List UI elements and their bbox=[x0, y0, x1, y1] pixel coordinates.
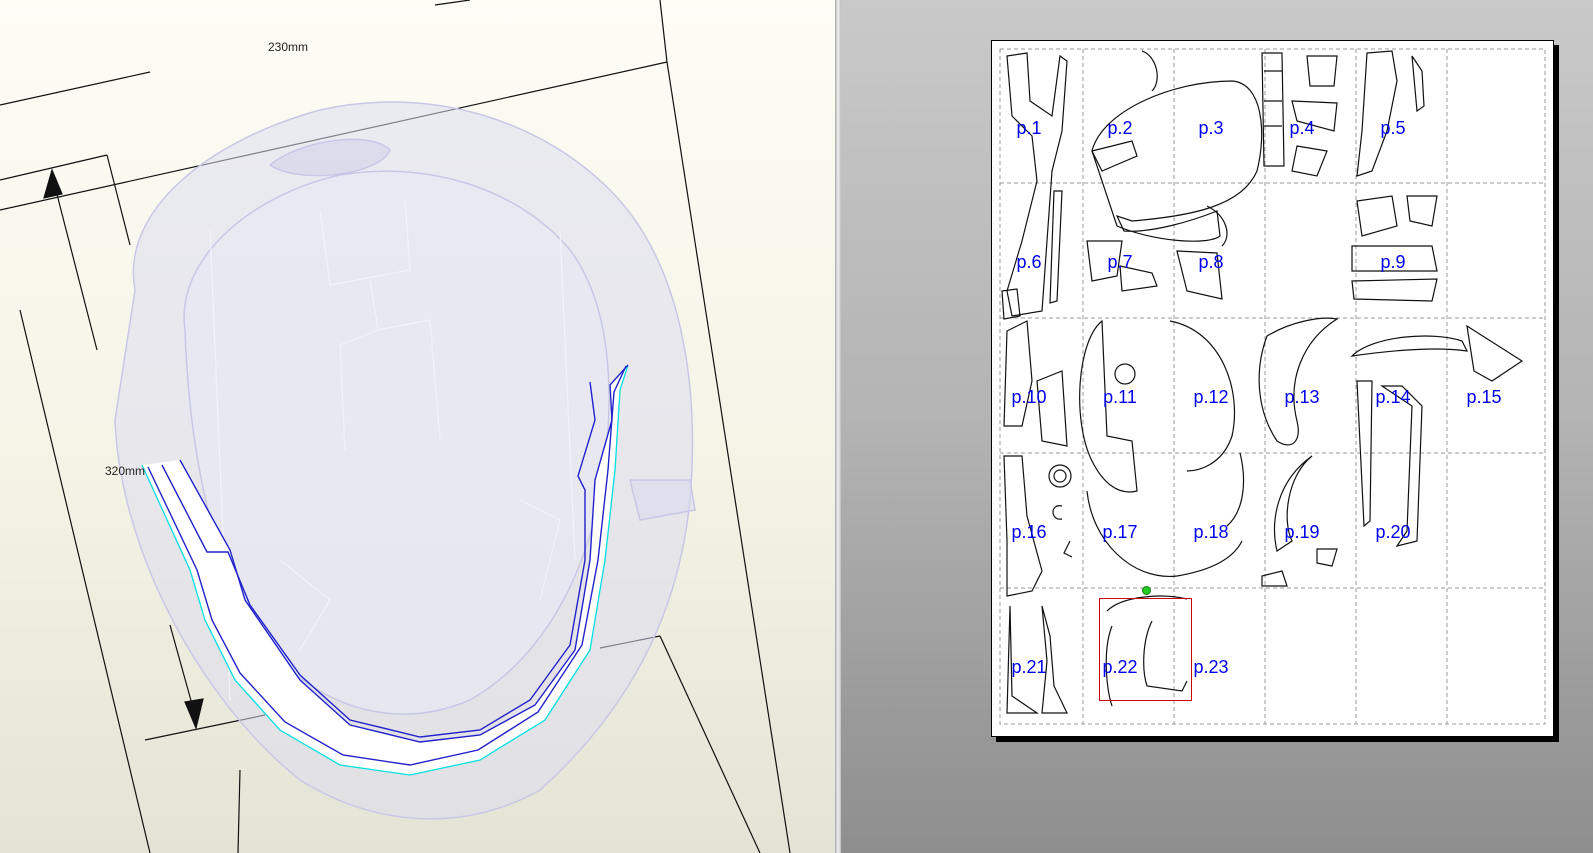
page-label: p.4 bbox=[1289, 118, 1315, 138]
page-label: p.3 bbox=[1198, 118, 1224, 138]
page-label: p.2 bbox=[1107, 118, 1133, 138]
page-label: p.19 bbox=[1284, 522, 1320, 542]
page-label: p.7 bbox=[1107, 252, 1133, 272]
page-label: p.12 bbox=[1193, 387, 1229, 407]
page-label: p.15 bbox=[1466, 387, 1502, 407]
page-label: p.20 bbox=[1375, 522, 1411, 542]
3d-view-pane[interactable]: 230mm 320mm bbox=[0, 0, 835, 853]
page-label: p.6 bbox=[1016, 252, 1042, 272]
page-label: p.16 bbox=[1011, 522, 1047, 542]
height-dimension-label: 320mm bbox=[105, 464, 146, 478]
page-label: p.13 bbox=[1284, 387, 1320, 407]
page-label: p.5 bbox=[1380, 118, 1406, 138]
3d-model-canvas[interactable] bbox=[0, 0, 835, 853]
width-dimension-label: 230mm bbox=[268, 40, 309, 54]
page-label: p.1 bbox=[1016, 118, 1042, 138]
page-label: p.8 bbox=[1198, 252, 1224, 272]
page-label: p.11 bbox=[1103, 387, 1137, 407]
page-label: p.23 bbox=[1193, 657, 1229, 677]
rotate-handle[interactable] bbox=[1142, 586, 1151, 595]
page-label: p.18 bbox=[1193, 522, 1229, 542]
selection-box[interactable] bbox=[1099, 598, 1192, 701]
layout-sheet[interactable]: p.1 p.2 p.3 p.4 p.5 p.6 p.7 p.8 p.9 p.10… bbox=[991, 40, 1554, 737]
page-label: p.9 bbox=[1380, 252, 1406, 272]
page-label: p.10 bbox=[1011, 387, 1047, 407]
page-label: p.22 bbox=[1102, 657, 1138, 677]
page-label: p.17 bbox=[1102, 522, 1138, 542]
page-label: p.14 bbox=[1375, 387, 1411, 407]
page-label: p.21 bbox=[1011, 657, 1047, 677]
